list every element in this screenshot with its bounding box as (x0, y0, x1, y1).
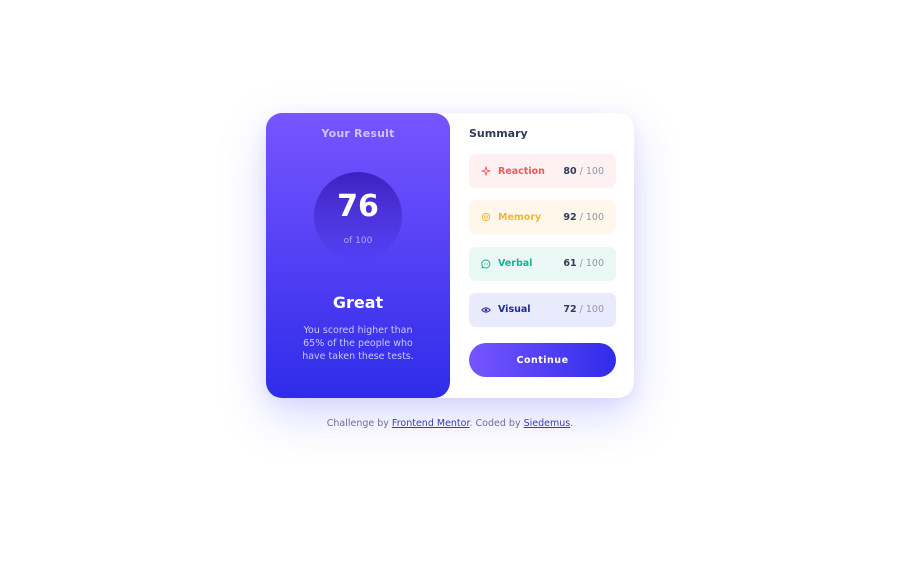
score-max-label: of 100 (343, 236, 373, 246)
summary-title: Summary (469, 127, 528, 140)
score-value: 76 (337, 189, 379, 224)
chat-bubble-icon (481, 259, 491, 269)
summary-row-memory: Memory 92 / 100 (469, 200, 616, 235)
result-description: You scored higher than 65% of the people… (302, 325, 414, 362)
summary-row-reaction: Reaction 80 / 100 (469, 154, 616, 188)
summary-row-label: Verbal (498, 258, 533, 270)
summary-panel: Summary Reaction 80 / 100 Memory 92 / 10… (450, 113, 634, 398)
summary-row-score: 72 (563, 304, 577, 316)
summary-row-max: / 100 (579, 165, 604, 177)
frontend-mentor-link[interactable]: Frontend Mentor (392, 418, 470, 429)
lightning-icon (481, 166, 491, 176)
result-panel: Your Result 76 of 100 Great You scored h… (266, 113, 450, 398)
summary-list: Reaction 80 / 100 Memory 92 / 100 Verbal… (469, 154, 616, 339)
summary-row-max: / 100 (579, 211, 604, 223)
results-summary-card: Your Result 76 of 100 Great You scored h… (266, 113, 634, 398)
continue-button[interactable]: Continue (469, 343, 616, 377)
footer-prefix: Challenge by (326, 418, 392, 429)
score-circle: 76 of 100 (314, 172, 402, 260)
summary-row-score: 61 (563, 258, 577, 270)
attribution-footer: Challenge by Frontend Mentor. Coded by S… (0, 418, 900, 429)
footer-middle: . Coded by (469, 418, 524, 429)
summary-row-score: 92 (563, 211, 577, 223)
grade-label: Great (332, 293, 384, 312)
page: Your Result 76 of 100 Great You scored h… (0, 0, 900, 563)
summary-row-label: Reaction (498, 165, 545, 177)
author-link[interactable]: Siedemus (524, 418, 571, 429)
brain-icon (481, 212, 491, 222)
summary-row-score: 80 (563, 165, 577, 177)
result-heading: Your Result (321, 127, 395, 140)
summary-row-max: / 100 (579, 258, 604, 270)
summary-row-max: / 100 (579, 304, 604, 316)
footer-suffix: . (570, 418, 574, 429)
summary-row-verbal: Verbal 61 / 100 (469, 246, 616, 281)
summary-row-label: Visual (498, 304, 531, 316)
summary-row-label: Memory (498, 211, 542, 223)
eye-icon (481, 305, 491, 315)
summary-row-visual: Visual 72 / 100 (469, 292, 616, 327)
